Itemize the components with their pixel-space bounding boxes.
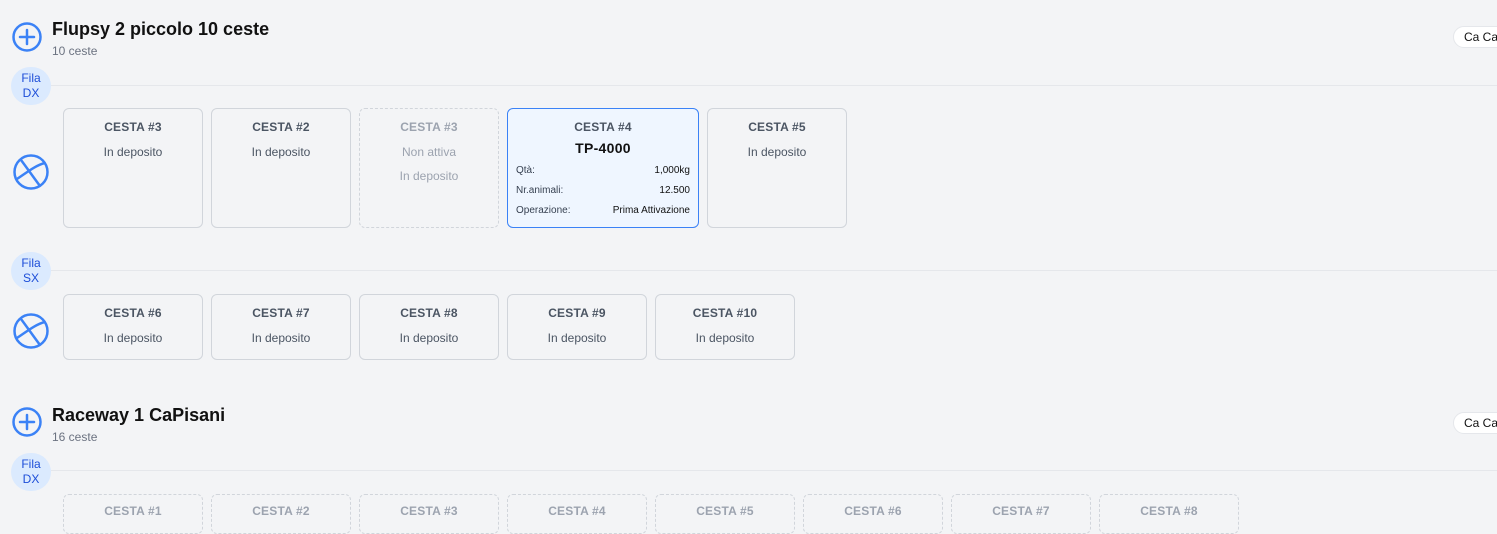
basket-status-secondary: In deposito: [399, 169, 459, 183]
add-circle-icon[interactable]: [11, 21, 43, 53]
basket-card[interactable]: CESTA #8 In deposito: [359, 294, 499, 360]
basket-cycle-code: TP-4000: [575, 140, 631, 156]
qty-value: 1,000kg: [654, 165, 690, 176]
basket-title: CESTA #3: [104, 120, 162, 134]
basket-card[interactable]: CESTA #5 In deposito: [707, 108, 847, 228]
location-badge: Ca Ca: [1453, 412, 1497, 434]
basket-operation-row: Operazione: Prima Attivazione: [508, 205, 698, 216]
basket-status: In deposito: [251, 145, 311, 159]
row-label-line1: Fila: [21, 457, 41, 471]
operation-value: Prima Attivazione: [612, 205, 690, 216]
row-label-line2: SX: [22, 271, 39, 285]
basket-card-inactive[interactable]: CESTA #1: [63, 494, 203, 534]
basket-card[interactable]: CESTA #7 In deposito: [211, 294, 351, 360]
basket-card-inactive[interactable]: CESTA #5: [655, 494, 795, 534]
basket-title: CESTA #10: [692, 306, 758, 320]
flupsy-title: Raceway 1 CaPisani: [52, 405, 226, 425]
basket-card[interactable]: CESTA #2 In deposito: [211, 108, 351, 228]
basket-title: CESTA #8: [400, 306, 458, 320]
basket-card[interactable]: CESTA #6 In deposito: [63, 294, 203, 360]
row-label-line1: Fila: [21, 256, 41, 270]
basket-card-inactive[interactable]: CESTA #6: [803, 494, 943, 534]
row-divider: [51, 85, 1497, 86]
basket-title: CESTA #3: [400, 120, 458, 134]
basket-title: CESTA #4: [574, 120, 632, 134]
row-divider: [51, 470, 1497, 471]
operation-label: Operazione:: [516, 205, 571, 216]
basket-card[interactable]: CESTA #9 In deposito: [507, 294, 647, 360]
basket-card-active[interactable]: CESTA #4 TP-4000 Qtà: 1,000kg Nr.animali…: [507, 108, 699, 228]
basket-card-inactive[interactable]: CESTA #8: [1099, 494, 1239, 534]
basket-card-inactive[interactable]: CESTA #2: [211, 494, 351, 534]
row-label-line2: DX: [22, 86, 40, 100]
basket-status: In deposito: [251, 331, 311, 345]
basket-title: CESTA #9: [548, 306, 606, 320]
row-label-dx: Fila DX: [11, 67, 51, 105]
add-circle-icon[interactable]: [11, 406, 43, 438]
basket-status: In deposito: [399, 331, 459, 345]
basket-qty-row: Qtà: 1,000kg: [508, 165, 698, 176]
animals-label: Nr.animali:: [516, 185, 564, 196]
row-label-line2: DX: [22, 472, 40, 486]
basket-card[interactable]: CESTA #3 In deposito: [63, 108, 203, 228]
qty-label: Qtà:: [516, 165, 535, 176]
flupsy-subtitle: 16 ceste: [52, 430, 98, 444]
basket-card-inactive[interactable]: CESTA #4: [507, 494, 647, 534]
basket-card-inactive[interactable]: CESTA #7: [951, 494, 1091, 534]
propeller-icon[interactable]: [12, 153, 50, 191]
basket-card[interactable]: CESTA #10 In deposito: [655, 294, 795, 360]
basket-status: In deposito: [103, 331, 163, 345]
row-divider: [51, 270, 1497, 271]
basket-status: In deposito: [747, 145, 807, 159]
basket-animals-row: Nr.animali: 12.500: [508, 185, 698, 196]
basket-title: CESTA #7: [252, 306, 310, 320]
basket-card-inactive[interactable]: CESTA #3: [359, 494, 499, 534]
basket-card-inactive[interactable]: CESTA #3 Non attiva In deposito: [359, 108, 499, 228]
basket-title: CESTA #2: [252, 120, 310, 134]
row-label-line1: Fila: [21, 71, 41, 85]
animals-value: 12.500: [659, 185, 690, 196]
basket-status: In deposito: [695, 331, 755, 345]
row-label-sx: Fila SX: [11, 252, 51, 290]
row-label-dx: Fila DX: [11, 453, 51, 491]
basket-title: CESTA #5: [748, 120, 806, 134]
basket-status: In deposito: [547, 331, 607, 345]
location-badge: Ca Ca: [1453, 26, 1497, 48]
basket-status: In deposito: [103, 145, 163, 159]
propeller-icon[interactable]: [12, 312, 50, 350]
flupsy-title: Flupsy 2 piccolo 10 ceste: [52, 19, 270, 39]
basket-title: CESTA #6: [104, 306, 162, 320]
flupsy-subtitle: 10 ceste: [52, 44, 98, 58]
basket-status: Non attiva: [401, 145, 457, 159]
